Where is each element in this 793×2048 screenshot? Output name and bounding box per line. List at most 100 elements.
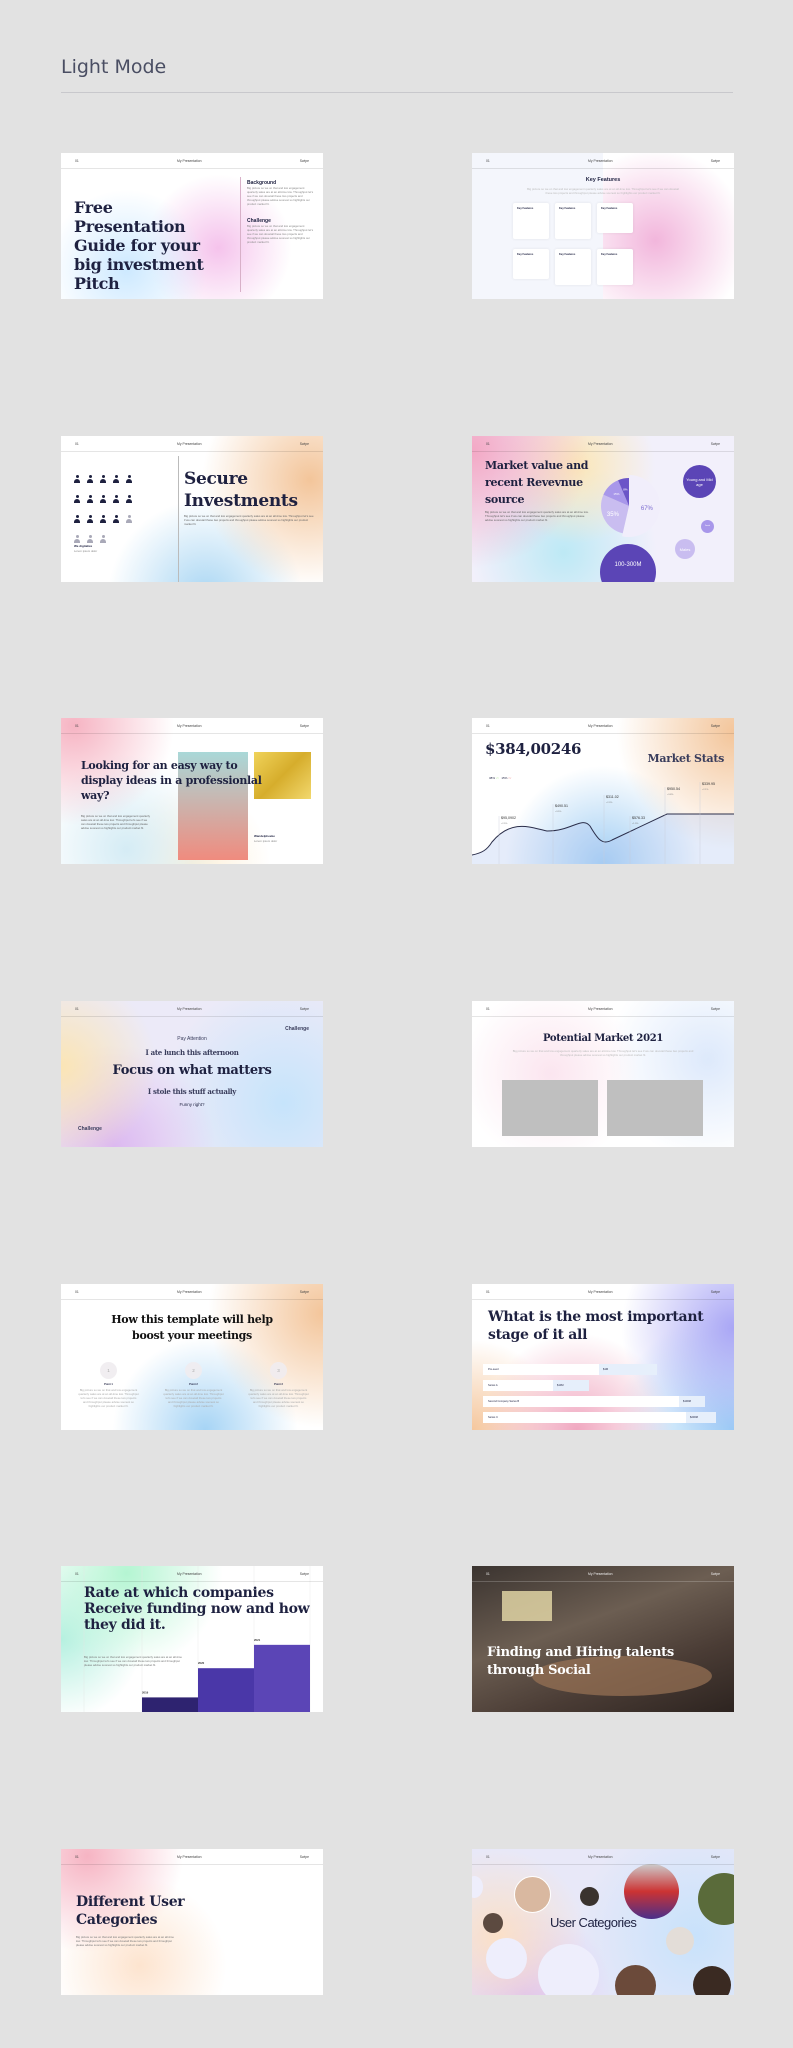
slide-1[interactable]: 01 My Presentation Swipe Free Presentation… [61,153,323,299]
step-label: Point 1 [104,1383,113,1386]
slide-header: 01 My Presentation Swipe [472,436,734,452]
slide-title: Secure Investments [184,469,298,511]
person-icon [74,475,80,483]
point-value: $950.54 [667,787,680,791]
area-fill [472,814,734,864]
slide-14[interactable]: 01 My Presentation Swipe User Categories [472,1849,734,1995]
slide-header: 01 My Presentation Swipe [61,1284,323,1300]
slide-header: 01 My Presentation Swipe [472,1001,734,1017]
body-text: Big picture so we on that and low engage… [485,510,589,522]
feature-card[interactable]: Key Features [597,249,633,285]
person-icon [100,495,106,503]
slide-12[interactable]: 01 My Presentation Swipe Finding and Hirin… [472,1566,734,1712]
slide-title: Rate at which companies Receive funding … [84,1585,310,1633]
caption: We digitalize [74,544,93,548]
row-value: $100M [679,1396,705,1407]
body-text: Big picture so we on that and low engage… [81,814,151,830]
bubble-young-mid-age: Young and Mid age [683,465,716,498]
area-chart: $95,0902 +2.5% $490.51 +3.5% $311.02 +2.3% $57… [472,782,734,864]
point-value: $490.51 [555,804,568,808]
slide-title: How this template will help boost your m… [111,1313,273,1342]
slide-8[interactable]: 01 My Presentation Swipe Potential Market … [472,1001,734,1147]
slide-7[interactable]: 01 My Presentation Swipe Pay Attention I a… [61,1001,323,1147]
step-label: Point 2 [189,1383,198,1386]
slide-5[interactable]: 01 My Presentation Swipe Looking for an ea… [61,718,323,864]
divider [178,456,179,582]
bubble-100-300m: 100-300M [600,544,656,582]
kicker: Pay Attention [177,1036,207,1042]
person-icon [126,495,132,503]
line-2: I stole this stuff actually [147,1087,237,1096]
person-icon [87,475,93,483]
slide-13[interactable]: 01 My Presentation Swipe Different User Ca… [61,1849,323,1995]
feature-card[interactable]: Key Features [597,203,633,233]
caption-sub: Lorem ipsum dolor [74,549,98,553]
person-icon [74,495,80,503]
decor-circle [538,1944,599,1995]
step-number: 1 [100,1362,117,1379]
slide-10[interactable]: 01 My Presentation Swipe Whtat is the most… [472,1284,734,1430]
avatar [624,1864,679,1919]
caption-sub: Lorem ipsum dolor [254,839,278,843]
slide-header: 01 My Presentation Swipe [472,1566,734,1582]
decor-circle [486,1938,527,1979]
avatar [580,1887,599,1906]
slide-6[interactable]: 01 My Presentation Swipe $384,00246 Market… [472,718,734,864]
people-grid [74,475,144,555]
feature-card[interactable]: Key Features [555,203,591,239]
body-text: Big picture so we on that and low engage… [512,1049,694,1057]
bar [142,1697,198,1712]
point-change: +2.1% [702,789,708,791]
section-title: Light Mode [61,56,167,78]
row-label: Second Company Series B [488,1400,520,1403]
row-label: Series C [488,1416,498,1419]
slide-title: Whtat is the most important stage of it … [488,1309,704,1343]
slide-header: 01 My Presentation Swipe [472,153,734,169]
person-icon [113,515,119,523]
row-label: Series A [488,1384,498,1387]
avatar [698,1873,734,1925]
body-text: Big picture so we on that and low engage… [247,224,314,244]
slide-title: User Categories [550,1915,637,1930]
slide-header: 01 My Presentation Swipe [472,718,734,734]
step-text: Big picture so we on that and low engage… [78,1388,139,1408]
body-text: Big picture so we on that and low engage… [247,186,314,206]
avatar [514,1876,551,1913]
slide-title: Key Features [585,177,621,183]
feature-card[interactable]: Key Features [513,249,549,279]
avatar [693,1966,731,1995]
feature-card[interactable]: Key Features [555,249,591,285]
person-icon [87,535,93,543]
funding-row: Series C $200M [483,1412,716,1423]
funding-row: Second Company Series B $100M [483,1396,705,1407]
person-icon [87,515,93,523]
slide-11[interactable]: 01 My Presentation Swipe 2019 2020 2021 Rate… [61,1566,323,1712]
row-value: $1M [599,1364,657,1375]
slide-3[interactable]: 01 My Presentation Swipe We digitalize Lor… [61,436,323,582]
person-icon [126,475,132,483]
line-3: Funny right? [179,1102,205,1107]
point-value: $95,0902 [501,816,516,820]
row-label: Pre-seed [488,1368,499,1371]
divider [61,92,733,93]
point-value: $311.02 [606,795,619,799]
line-1: I ate lunch this afternoon [145,1048,239,1057]
point-value: $576.33 [632,816,645,820]
slide-4[interactable]: 01 My Presentation Swipe Market value and … [472,436,734,582]
feature-card[interactable]: Key Features [513,203,549,239]
slide-9[interactable]: 01 My Presentation Swipe How this template… [61,1284,323,1430]
person-icon [100,515,106,523]
caption: Wandelpheeke [254,834,275,838]
body-text: Big picture so we on that and low engage… [527,187,679,195]
person-icon [74,535,80,543]
bubble-small: Female [701,520,714,533]
slide-title: Different User Categories [76,1894,185,1928]
person-icon [74,515,80,523]
person-icon [100,535,106,543]
body-text: Big picture so we on that and low engage… [84,1655,182,1667]
slide-header: 01 My Presentation Swipe [61,1566,323,1582]
bubble-males: Males [675,539,695,559]
image-placeholder [607,1080,703,1136]
slide-2[interactable]: 01 My Presentation Swipe Key Features Big … [472,153,734,299]
slide-title: Finding and Hiring talents through Socia… [487,1645,674,1678]
